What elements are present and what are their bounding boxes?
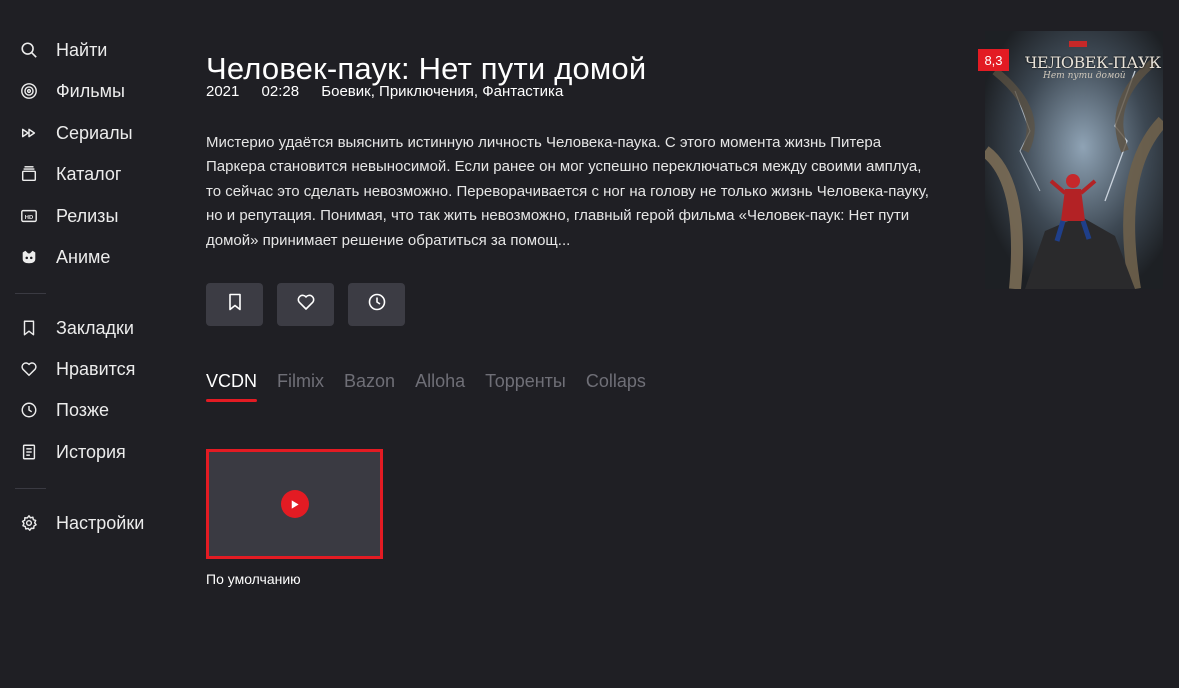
tab-bazon[interactable]: Bazon	[344, 371, 395, 402]
source-label: По умолчанию	[206, 571, 301, 587]
action-buttons	[206, 283, 419, 326]
rating-badge: 8,3	[978, 49, 1009, 71]
svg-text:HD: HD	[25, 215, 33, 221]
sidebar-item-catalog[interactable]: Каталог	[0, 154, 170, 194]
sidebar-item-later[interactable]: Позже	[0, 390, 170, 430]
sidebar: Найти Фильмы Сериалы Каталог HD Релизы А…	[0, 0, 170, 688]
clock-icon	[20, 401, 38, 419]
sidebar-divider	[15, 293, 46, 294]
anime-icon	[20, 248, 38, 266]
like-button[interactable]	[277, 283, 334, 326]
sidebar-item-label: Закладки	[56, 317, 134, 338]
sidebar-item-label: Нравится	[56, 358, 136, 379]
movie-poster: ЧЕЛОВЕК-ПАУК Нет пути домой	[985, 31, 1163, 289]
clock-icon	[367, 292, 387, 317]
movie-genres: Боевик, Приключения, Фантастика	[321, 83, 564, 100]
hd-icon: HD	[20, 207, 38, 225]
sidebar-item-likes[interactable]: Нравится	[0, 349, 170, 389]
source-card[interactable]	[206, 449, 383, 559]
sidebar-item-anime[interactable]: Аниме	[0, 237, 170, 277]
tab-alloha[interactable]: Alloha	[415, 371, 465, 402]
history-icon	[20, 443, 38, 461]
sidebar-item-history[interactable]: История	[0, 432, 170, 472]
heart-icon	[20, 360, 38, 378]
sidebar-item-label: Фильмы	[56, 80, 125, 101]
movie-duration: 02:28	[261, 83, 300, 100]
sidebar-item-label: Сериалы	[56, 122, 133, 143]
film-reel-icon	[20, 82, 38, 100]
sidebar-item-label: Найти	[56, 39, 108, 60]
sidebar-item-films[interactable]: Фильмы	[0, 71, 170, 111]
sidebar-item-settings[interactable]: Настройки	[0, 503, 170, 543]
poster-title: ЧЕЛОВЕК-ПАУК	[1025, 53, 1161, 72]
heart-icon	[296, 292, 316, 317]
bookmark-icon	[20, 319, 38, 337]
studio-logo	[1069, 41, 1087, 47]
movie-description: Мистерио удаётся выяснить истинную лично…	[206, 134, 929, 249]
catalog-icon	[20, 165, 38, 183]
tab-collaps[interactable]: Collaps	[586, 371, 646, 402]
fast-forward-icon	[20, 124, 38, 142]
watch-later-button[interactable]	[348, 283, 405, 326]
sidebar-item-series[interactable]: Сериалы	[0, 113, 170, 153]
search-icon	[20, 41, 38, 59]
gear-icon	[20, 514, 38, 532]
source-tabs: VCDN Filmix Bazon Alloha Торренты Collap…	[206, 371, 666, 402]
sidebar-item-releases[interactable]: HD Релизы	[0, 196, 170, 236]
sidebar-item-label: Позже	[56, 399, 110, 420]
movie-title: Человек-паук: Нет пути домой	[206, 50, 647, 86]
tab-filmix[interactable]: Filmix	[277, 371, 324, 402]
bookmark-icon	[225, 292, 245, 317]
tab-torrents[interactable]: Торренты	[485, 371, 566, 402]
movie-year: 2021	[206, 83, 240, 100]
tab-vcdn[interactable]: VCDN	[206, 371, 258, 402]
play-icon	[280, 490, 309, 518]
sidebar-item-label: Релизы	[56, 205, 119, 226]
sidebar-item-label: История	[56, 441, 126, 462]
sidebar-item-label: Настройки	[56, 512, 145, 533]
movie-meta: 2021 02:28 Боевик, Приключения, Фантасти…	[206, 83, 581, 100]
sidebar-item-label: Аниме	[56, 246, 111, 267]
sidebar-item-label: Каталог	[56, 163, 122, 184]
sidebar-item-bookmarks[interactable]: Закладки	[0, 308, 170, 348]
sidebar-item-search[interactable]: Найти	[0, 30, 170, 70]
sidebar-divider	[15, 488, 46, 489]
bookmark-button[interactable]	[206, 283, 263, 326]
poster-subtitle: Нет пути домой	[1043, 71, 1126, 81]
